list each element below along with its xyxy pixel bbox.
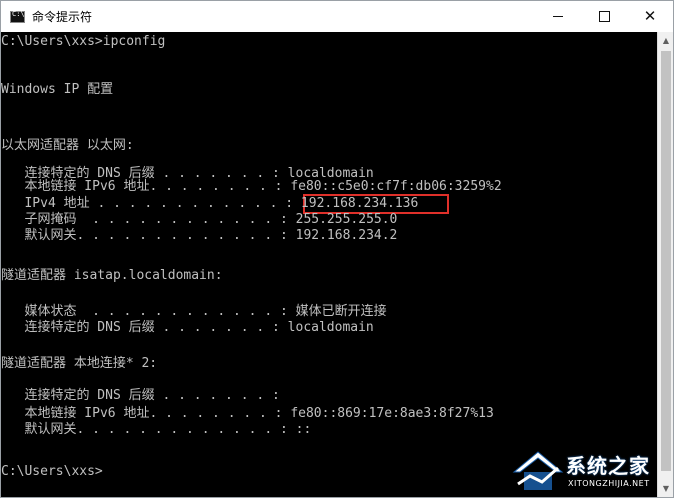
console-line: 默认网关. . . . . . . . . . . . . : 192.168.…	[1, 228, 398, 243]
window-title: 命令提示符	[32, 10, 93, 24]
cmd-icon	[10, 10, 25, 23]
console-line: 连接特定的 DNS 后缀 . . . . . . . :	[1, 388, 280, 403]
console-line: 连接特定的 DNS 后缀 . . . . . . . : localdomain	[1, 320, 374, 335]
close-icon: ✕	[643, 7, 657, 25]
console-line: 本地链接 IPv6 地址. . . . . . . . : fe80::869:…	[1, 406, 494, 421]
minimize-button[interactable]	[535, 1, 581, 32]
console-line: C:\Users\xxs>ipconfig	[1, 34, 166, 49]
console-line: 本地链接 IPv6 地址. . . . . . . . : fe80::c5e0…	[1, 179, 502, 194]
maximize-button[interactable]	[581, 1, 627, 32]
minimize-icon	[553, 16, 563, 17]
console-line: 默认网关. . . . . . . . . . . . . : ::	[1, 422, 312, 437]
console-line: 隧道适配器 本地连接* 2:	[1, 356, 158, 371]
console-line: 媒体状态 . . . . . . . . . . . . : 媒体已断开连接	[1, 304, 387, 319]
cmd-window: 命令提示符 ✕ C:\Users\xxs>ipconfig Windows IP …	[0, 0, 674, 498]
title-bar[interactable]: 命令提示符 ✕	[1, 1, 673, 32]
watermark-name: 系统之家	[566, 454, 650, 478]
scroll-up-arrow-icon[interactable]: ▲	[658, 32, 673, 49]
vertical-scrollbar[interactable]: ▲ ▼	[657, 32, 673, 497]
scroll-thumb[interactable]	[661, 51, 671, 471]
console-line: 隧道适配器 isatap.localdomain:	[1, 268, 223, 283]
watermark-logo: 系统之家 XITONGZHIJIA.NET	[508, 440, 674, 498]
house-logo-icon	[512, 451, 564, 490]
maximize-icon	[598, 11, 610, 22]
close-button[interactable]: ✕	[627, 1, 673, 32]
watermark-url: XITONGZHIJIA.NET	[568, 479, 650, 488]
console-line: IPv4 地址 . . . . . . . . . . . . : 192.16…	[1, 196, 419, 211]
console-line: 子网掩码 . . . . . . . . . . . . : 255.255.2…	[1, 212, 398, 227]
console-line: Windows IP 配置	[1, 82, 114, 97]
console-output[interactable]: C:\Users\xxs>ipconfig Windows IP 配置以太网适配器…	[1, 32, 657, 497]
console-line: C:\Users\xxs>	[1, 464, 103, 479]
console-line: 以太网适配器 以太网:	[1, 138, 134, 153]
